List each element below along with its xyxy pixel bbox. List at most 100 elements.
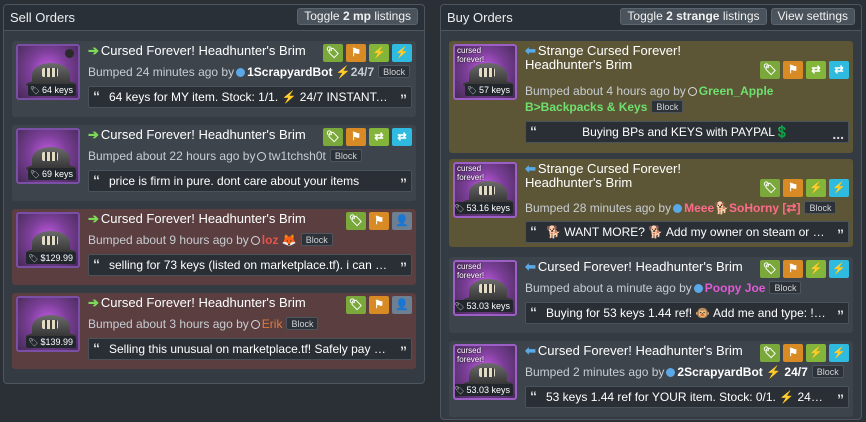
listing-title[interactable]: ⬅ Cursed Forever! Headhunter's Brim (525, 260, 765, 274)
sell-orders-title: Sell Orders (10, 10, 76, 25)
action-icons: 🏷 ⚑ 👤 (346, 212, 412, 230)
quote-close-icon: ” (837, 226, 844, 242)
bump-line: Bumped 24 minutes ago by 1ScrapyardBot ⚡2… (88, 65, 411, 79)
listing-title-text: Strange Cursed Forever! Headhunter's Bri… (525, 43, 681, 72)
flag-icon[interactable]: ⚑ (369, 212, 389, 230)
hat-teeth-graphic (479, 68, 495, 77)
listing-title[interactable]: ➔ Cursed Forever! Headhunter's Brim (88, 212, 328, 226)
username-link[interactable]: 1ScrapyardBot (247, 65, 332, 79)
tag-icon[interactable]: 🏷 (760, 344, 780, 362)
add-user-icon[interactable]: 👤 (392, 296, 412, 314)
bump-line: Bumped about 3 hours ago by Erik Block (88, 317, 319, 331)
flag-icon[interactable]: ⚑ (346, 128, 366, 146)
flag-icon[interactable]: ⚑ (369, 296, 389, 314)
username-link[interactable]: Meee🐕SoHorny [⇄] (684, 201, 800, 215)
item-image[interactable]: cursed forever! 🏷 53.03 keys (453, 344, 517, 400)
flag-icon[interactable]: ⚑ (783, 61, 803, 79)
toggle-count: 2 strange (666, 9, 720, 23)
tag-icon[interactable]: 🏷 (760, 61, 780, 79)
item-image[interactable]: 🏷 $129.99 (16, 212, 80, 268)
lightning-icon[interactable]: ⚡ (829, 260, 849, 278)
comment-text: price is firm in pure. dont care about y… (109, 174, 360, 188)
bump-line: Bumped about a minute ago by Poopy Joe Blo… (525, 281, 802, 295)
tag-icon: 🏷 (454, 386, 465, 395)
block-button[interactable]: Block (769, 281, 802, 294)
swap-icon[interactable]: ⇄ (392, 128, 412, 146)
bump-text: Bumped 2 minutes ago by (525, 365, 665, 379)
block-button[interactable]: Block (811, 365, 844, 378)
flag-icon[interactable]: ⚑ (783, 260, 803, 278)
block-button[interactable]: Block (378, 65, 411, 78)
username-link[interactable]: tw1tchsh0t (268, 149, 325, 163)
arrow-right-icon: ➔ (88, 43, 99, 58)
tag-icon[interactable]: 🏷 (323, 44, 343, 62)
swap-icon[interactable]: ⇄ (369, 128, 389, 146)
item-image[interactable]: 🏷 64 keys (16, 44, 80, 100)
block-button[interactable]: Block (651, 100, 684, 113)
toggle-mp-listings-button[interactable]: Toggle 2 mp listings (297, 8, 418, 25)
swap-icon[interactable]: ⇄ (806, 61, 826, 79)
item-image[interactable]: 🏷 $139.99 (16, 296, 80, 352)
username-link[interactable]: Erik (262, 317, 283, 331)
quote-close-icon: ” (400, 259, 407, 275)
fox-icon: 🦊 (281, 233, 297, 247)
listing-title[interactable]: ➔ Cursed Forever! Headhunter's Brim (88, 296, 328, 310)
price-value: 53.16 keys (466, 203, 510, 213)
sell-listing: 🏷 64 keys ➔ Cursed Forever! Headhunter's B… (12, 41, 416, 117)
listing-title[interactable]: ⬅ Strange Cursed Forever! Headhunter's Br… (525, 44, 755, 72)
add-user-icon[interactable]: 👤 (392, 212, 412, 230)
quote-close-icon: ” (400, 175, 407, 191)
flag-icon[interactable]: ⚑ (346, 44, 366, 62)
tag-icon[interactable]: 🏷 (346, 212, 366, 230)
buy-listing: cursed forever! 🏷 53.03 keys ⬅ Cursed Fore… (449, 341, 853, 417)
bump-text: Bumped about 4 hours ago by (525, 84, 686, 98)
item-image[interactable]: cursed forever! 🏷 53.16 keys (453, 162, 517, 218)
listing-title[interactable]: ⬅ Cursed Forever! Headhunter's Brim (525, 344, 765, 358)
block-button[interactable]: Block (329, 149, 362, 162)
listing-title[interactable]: ➔ Cursed Forever! Headhunter's Brim (88, 44, 328, 58)
bump-line: Bumped about 22 hours ago by tw1tchsh0t Bl… (88, 149, 362, 163)
listing-title[interactable]: ⬅ Strange Cursed Forever! Headhunter's Br… (525, 162, 755, 190)
item-caption: cursed forever! (457, 262, 485, 280)
lightning-icon[interactable]: ⚡ (806, 344, 826, 362)
tag-icon[interactable]: 🏷 (323, 128, 343, 146)
arrow-left-icon: ⬅ (525, 43, 536, 58)
item-image[interactable]: cursed forever! 🏷 53.03 keys (453, 260, 517, 316)
flag-icon[interactable]: ⚑ (783, 344, 803, 362)
buy-orders-title: Buy Orders (447, 10, 513, 25)
swap-icon[interactable]: ⇄ (829, 61, 849, 79)
online-status-icon (693, 284, 703, 293)
quote-open-icon: “ (93, 172, 100, 188)
block-button[interactable]: Block (286, 317, 319, 330)
item-image[interactable]: cursed forever! 🏷 57 keys (453, 44, 517, 100)
price-tag: 🏷 $129.99 (26, 252, 76, 264)
view-settings-button[interactable]: View settings (770, 8, 855, 25)
block-button[interactable]: Block (804, 201, 837, 214)
username-link[interactable]: loz (262, 233, 279, 247)
tag-icon[interactable]: 🏷 (760, 179, 780, 197)
lightning-icon[interactable]: ⚡ (369, 44, 389, 62)
item-image[interactable]: 🏷 69 keys (16, 128, 80, 184)
comment-text: Selling this unusual on marketplace.tf! … (109, 342, 389, 356)
quote-close-icon: ” (837, 307, 844, 323)
tag-icon[interactable]: 🏷 (346, 296, 366, 314)
lightning-icon[interactable]: ⚡ (806, 179, 826, 197)
tag-icon: 🏷 (28, 338, 39, 347)
username-link[interactable]: Poopy Joe (705, 281, 766, 295)
username-link[interactable]: 2ScrapyardBot ⚡ 24/7 (677, 365, 807, 379)
lightning-icon[interactable]: ⚡ (392, 44, 412, 62)
lightning-icon[interactable]: ⚡ (829, 179, 849, 197)
lightning-icon[interactable]: ⚡ (806, 260, 826, 278)
hat-teeth-graphic (479, 284, 495, 293)
arrow-left-icon: ⬅ (525, 259, 536, 274)
lightning-icon[interactable]: ⚡ (829, 344, 849, 362)
listing-title-text: Cursed Forever! Headhunter's Brim (100, 43, 306, 58)
listing-title[interactable]: ➔ Cursed Forever! Headhunter's Brim (88, 128, 328, 142)
flag-icon[interactable]: ⚑ (783, 179, 803, 197)
arrow-right-icon: ➔ (88, 211, 99, 226)
block-button[interactable]: Block (300, 233, 333, 246)
toggle-strange-listings-button[interactable]: Toggle 2 strange listings (620, 8, 767, 25)
tag-icon[interactable]: 🏷 (760, 260, 780, 278)
bump-text: Bumped 28 minutes ago by (525, 201, 672, 215)
comment-text: selling for 73 keys (listed on marketpla… (109, 258, 389, 272)
